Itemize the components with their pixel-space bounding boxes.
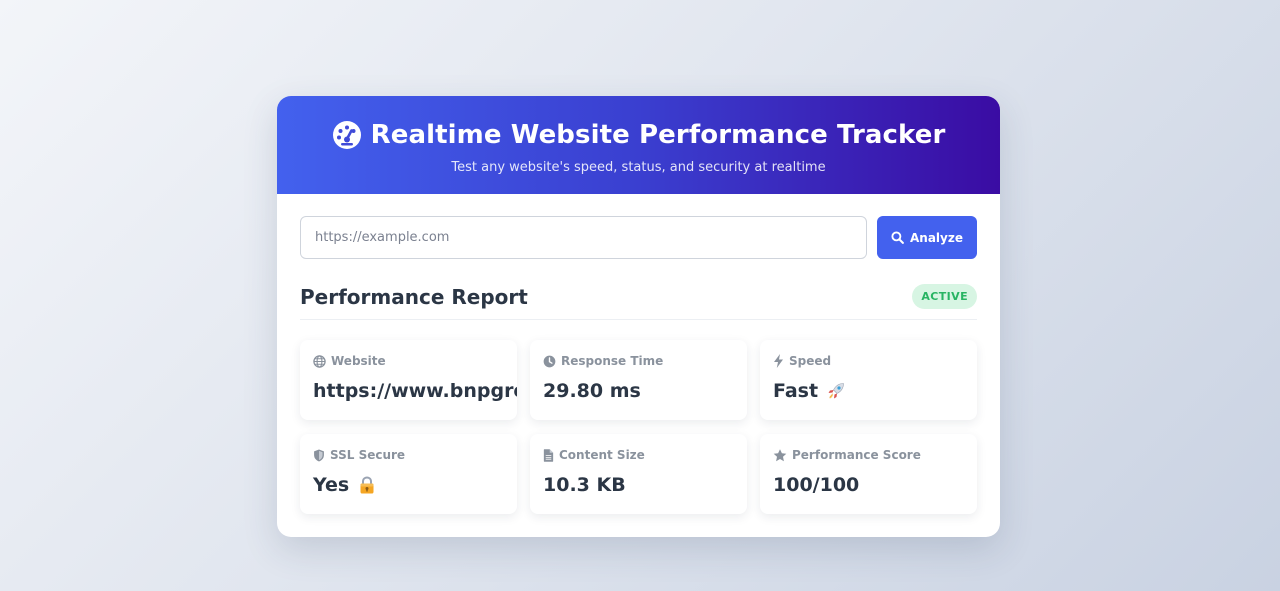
metric-value-text: 10.3 KB <box>543 474 626 496</box>
metric-value: Fast <box>773 380 964 402</box>
status-badge: ACTIVE <box>912 284 977 309</box>
search-icon <box>891 231 904 244</box>
rocket-icon <box>828 383 844 399</box>
metric-card-performance-score: Performance Score 100/100 <box>760 434 977 514</box>
tracker-card: Realtime Website Performance Tracker Tes… <box>277 96 1000 537</box>
metric-label: Content Size <box>559 448 645 462</box>
metric-label-row: Performance Score <box>773 448 964 462</box>
shield-icon <box>314 448 324 462</box>
metric-value: 100/100 <box>773 474 964 496</box>
metric-label-row: Content Size <box>543 448 734 462</box>
metric-label-row: Speed <box>773 354 964 368</box>
bolt-icon <box>774 354 783 368</box>
gauge-icon <box>332 121 361 149</box>
metric-value-text: 100/100 <box>773 474 860 496</box>
metric-label-row: SSL Secure <box>313 448 504 462</box>
page-subtitle: Test any website's speed, status, and se… <box>451 160 826 175</box>
star-icon <box>773 448 787 461</box>
metrics-grid: Website https://www.bnpgroup.com Respons… <box>300 340 977 514</box>
metric-value-text: 29.80 ms <box>543 380 641 402</box>
metric-value-text: Yes <box>313 474 350 496</box>
metric-label: Performance Score <box>792 448 921 462</box>
metric-label-row: Website <box>313 354 504 368</box>
page-title: Realtime Website Performance Tracker <box>370 120 946 150</box>
metric-value: https://www.bnpgroup.com <box>313 380 517 402</box>
metric-label: SSL Secure <box>330 448 406 462</box>
metric-value: 10.3 KB <box>543 474 734 496</box>
title-row: Realtime Website Performance Tracker <box>277 119 1000 151</box>
card-body: Analyze Performance Report ACTIVE Websit… <box>277 194 1000 514</box>
metric-label-row: Response Time <box>543 354 734 368</box>
file-icon <box>543 448 554 462</box>
analyze-button[interactable]: Analyze <box>877 216 977 259</box>
header: Realtime Website Performance Tracker Tes… <box>277 96 1000 194</box>
metric-card-response-time: Response Time 29.80 ms <box>530 340 747 420</box>
metric-card-website: Website https://www.bnpgroup.com <box>300 340 517 420</box>
metric-label: Response Time <box>561 354 664 368</box>
metric-label: Website <box>331 354 386 368</box>
lock-icon <box>360 476 374 494</box>
metric-card-content-size: Content Size 10.3 KB <box>530 434 747 514</box>
metric-value-text: Fast <box>773 380 819 402</box>
metric-value: 29.80 ms <box>543 380 734 402</box>
metric-label: Speed <box>789 354 832 368</box>
clock-icon <box>543 355 556 367</box>
metric-card-ssl: SSL Secure Yes <box>300 434 517 514</box>
metric-value: Yes <box>313 474 504 496</box>
report-title: Performance Report <box>300 284 528 309</box>
search-row: Analyze <box>300 216 977 259</box>
metric-value-text: https://www.bnpgroup.com <box>313 380 517 402</box>
analyze-button-label: Analyze <box>910 230 963 245</box>
metric-card-speed: Speed Fast <box>760 340 977 420</box>
report-header: Performance Report ACTIVE <box>300 284 977 320</box>
globe-icon <box>313 354 326 368</box>
url-input[interactable] <box>300 216 867 259</box>
